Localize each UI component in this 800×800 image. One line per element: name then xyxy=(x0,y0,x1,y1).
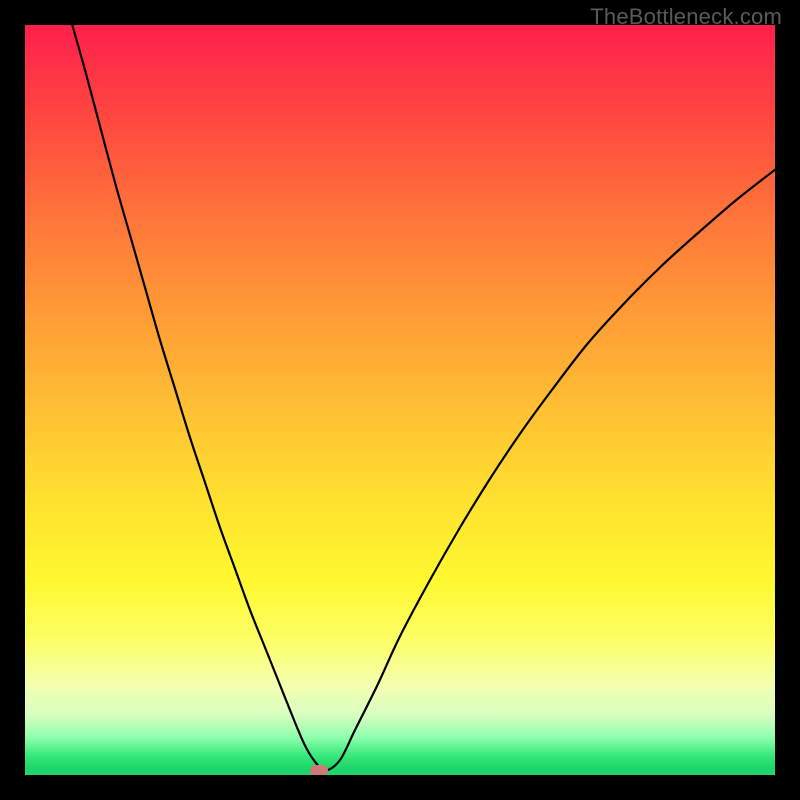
chart-frame: TheBottleneck.com xyxy=(0,0,800,800)
optimum-marker xyxy=(310,765,328,775)
bottleneck-curve xyxy=(25,25,775,775)
watermark-text: TheBottleneck.com xyxy=(590,4,782,30)
plot-area xyxy=(25,25,775,775)
